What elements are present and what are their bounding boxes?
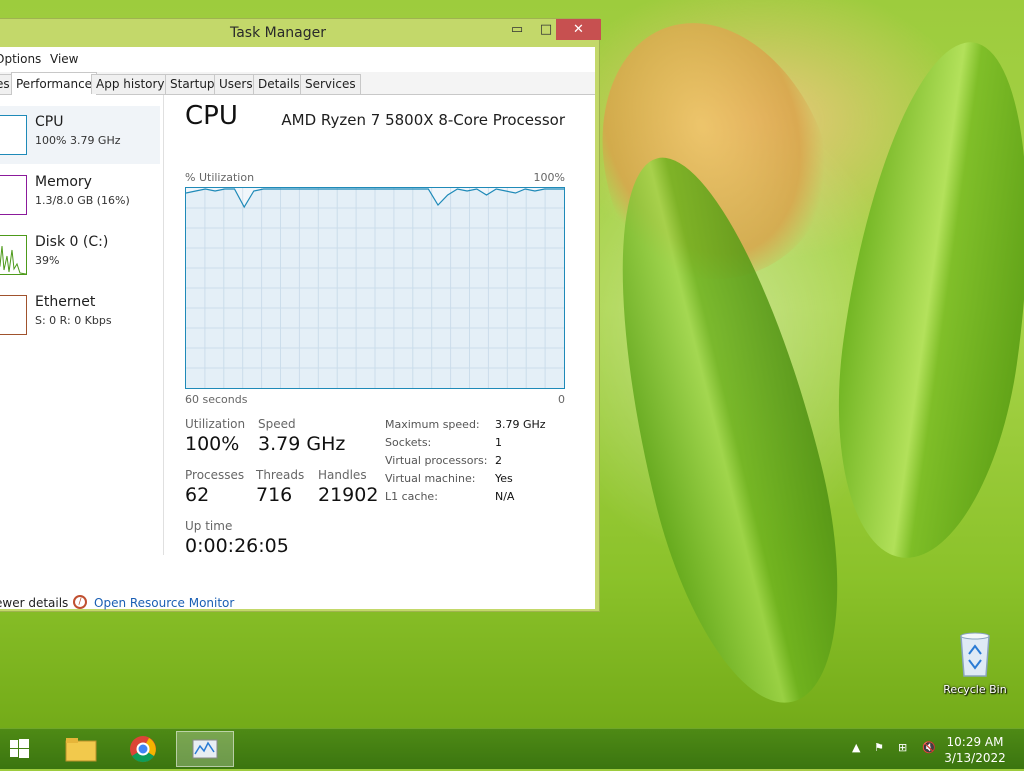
graph-time-end: 0 xyxy=(558,393,565,406)
uptime-value: 0:00:26:05 xyxy=(185,535,289,557)
graph-time-span: 60 seconds xyxy=(185,393,248,406)
close-button[interactable]: ✕ xyxy=(556,19,601,40)
menu-view[interactable]: View xyxy=(50,52,78,66)
l1-cache-value: N/A xyxy=(495,490,515,503)
menu-options[interactable]: Options xyxy=(0,52,41,66)
action-center-flag-icon[interactable]: ⚑ xyxy=(874,741,884,754)
recycle-bin-label: Recycle Bin xyxy=(943,683,1007,696)
sockets-value: 1 xyxy=(495,436,502,449)
processes-label: Processes xyxy=(185,468,245,482)
max-speed-value: 3.79 GHz xyxy=(495,418,546,431)
sidebar-item-value: 39% xyxy=(35,254,60,267)
utilization-max-label: 100% xyxy=(533,171,565,184)
tab-startup[interactable]: Startup xyxy=(165,74,220,94)
sidebar-item-label: Ethernet xyxy=(35,294,96,310)
taskbar-chrome[interactable] xyxy=(114,731,172,767)
clock-date: 3/13/2022 xyxy=(944,751,1006,765)
taskbar-file-explorer[interactable] xyxy=(52,731,110,767)
uptime-label: Up time xyxy=(185,519,233,533)
processes-value: 62 xyxy=(185,484,210,506)
title-bar[interactable]: Task Manager ▭ □ ✕ xyxy=(0,19,601,49)
ethernet-thumbnail xyxy=(0,295,27,335)
window-title: Task Manager xyxy=(229,25,327,41)
menu-bar: Options View xyxy=(0,47,595,71)
sidebar-item-value: S: 0 R: 0 Kbps xyxy=(35,314,112,327)
sidebar-item-value: 100% 3.79 GHz xyxy=(35,134,121,147)
virtual-processors-label: Virtual processors: xyxy=(385,454,488,467)
windows-logo-icon xyxy=(10,739,29,758)
sidebar-item-cpu[interactable]: CPU 100% 3.79 GHz xyxy=(0,106,160,164)
virtual-processors-value: 2 xyxy=(495,454,502,467)
virtual-machine-label: Virtual machine: xyxy=(385,472,476,485)
tab-services[interactable]: Services xyxy=(300,74,361,94)
cpu-graph-svg xyxy=(185,188,564,388)
handles-value: 21902 xyxy=(318,484,379,506)
threads-value: 716 xyxy=(256,484,293,506)
performance-sidebar: CPU 100% 3.79 GHz Memory 1.3/8.0 GB (16%… xyxy=(0,95,164,555)
utilization-label: Utilization xyxy=(185,417,246,431)
speed-label: Speed xyxy=(258,417,296,431)
recycle-bin[interactable]: Recycle Bin xyxy=(938,630,1012,696)
cpu-model: AMD Ryzen 7 5800X 8-Core Processor xyxy=(281,111,565,129)
taskbar: ▲ ⚑ ⊞ 🔇 10:29 AM 3/13/2022 xyxy=(0,728,1024,769)
handles-label: Handles xyxy=(318,468,367,482)
tab-performance[interactable]: Performance xyxy=(11,72,98,95)
sidebar-item-ethernet[interactable]: Ethernet S: 0 R: 0 Kbps xyxy=(0,286,160,344)
minimize-button[interactable]: ▭ xyxy=(503,19,531,40)
taskbar-task-manager[interactable] xyxy=(176,731,234,767)
recycle-bin-icon xyxy=(960,632,990,677)
start-button[interactable] xyxy=(0,731,58,767)
sidebar-item-label: CPU xyxy=(35,114,64,130)
open-resource-monitor-link[interactable]: Open Resource Monitor xyxy=(94,596,234,610)
wallpaper-leaf xyxy=(574,137,876,723)
chrome-icon xyxy=(130,736,156,763)
memory-thumbnail xyxy=(0,175,27,215)
tab-details[interactable]: Details xyxy=(253,74,305,94)
sockets-label: Sockets: xyxy=(385,436,432,449)
clock-time: 10:29 AM xyxy=(946,735,1004,749)
l1-cache-label: L1 cache: xyxy=(385,490,438,503)
utilization-value: 100% xyxy=(185,433,240,455)
show-hidden-icons-button[interactable]: ▲ xyxy=(852,741,860,754)
cpu-heading: CPU xyxy=(185,101,238,131)
utilization-axis-label: % Utilization xyxy=(185,171,255,184)
speed-value: 3.79 GHz xyxy=(258,433,346,455)
tab-strip: es Performance App history Startup Users… xyxy=(0,72,595,95)
tab-app-history[interactable]: App history xyxy=(91,74,170,94)
disk-activity-icon xyxy=(0,245,27,275)
folder-icon xyxy=(65,738,97,762)
cpu-utilization-area xyxy=(186,189,564,388)
cpu-thumbnail xyxy=(0,115,27,155)
wallpaper-leaf xyxy=(814,30,1024,570)
virtual-machine-value: Yes xyxy=(495,472,513,485)
fewer-details-link[interactable]: ewer details xyxy=(0,596,68,610)
footer-bar: ewer details / Open Resource Monitor xyxy=(0,595,295,615)
sidebar-item-memory[interactable]: Memory 1.3/8.0 GB (16%) xyxy=(0,166,160,224)
sidebar-item-value: 1.3/8.0 GB (16%) xyxy=(35,194,130,207)
sidebar-item-label: Memory xyxy=(35,174,92,190)
disk-thumbnail xyxy=(0,235,27,275)
window-client: Options View es Performance App history … xyxy=(0,47,595,610)
cpu-panel: CPU AMD Ryzen 7 5800X 8-Core Processor %… xyxy=(185,95,585,557)
threads-label: Threads xyxy=(256,468,305,482)
resource-monitor-icon[interactable]: / xyxy=(73,595,87,609)
network-icon[interactable]: ⊞ xyxy=(898,741,907,754)
max-speed-label: Maximum speed: xyxy=(385,418,480,431)
task-manager-icon xyxy=(192,739,218,759)
sidebar-item-label: Disk 0 (C:) xyxy=(35,234,109,250)
system-clock[interactable]: 10:29 AM 3/13/2022 xyxy=(930,734,1020,766)
tab-users[interactable]: Users xyxy=(214,74,258,94)
sidebar-item-disk[interactable]: Disk 0 (C:) 39% xyxy=(0,226,160,284)
task-manager-window: Task Manager ▭ □ ✕ Options View es Perfo… xyxy=(0,18,601,612)
cpu-utilization-graph xyxy=(185,187,565,389)
